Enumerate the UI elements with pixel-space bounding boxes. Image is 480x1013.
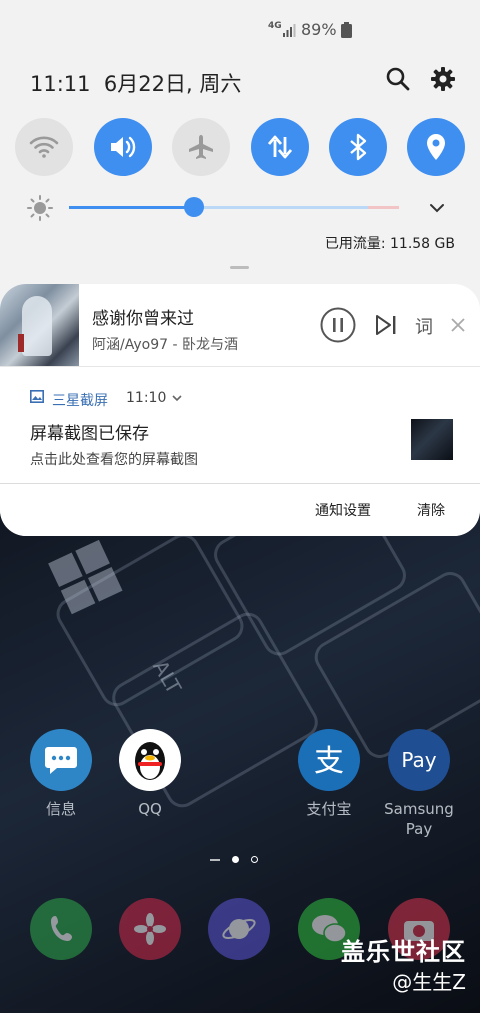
expand-chevron-icon[interactable] — [171, 394, 183, 402]
app-messages[interactable]: 信息 — [16, 729, 106, 819]
toggle-bluetooth[interactable] — [329, 118, 387, 176]
notification-card — [0, 284, 480, 536]
app-samsung-pay[interactable]: Pay Samsung Pay — [374, 729, 464, 839]
close-icon[interactable] — [451, 318, 465, 332]
clock-date[interactable]: 11:11 6月22日, 周六 — [30, 68, 241, 98]
notification-settings-button[interactable]: 通知设置 — [315, 500, 371, 520]
svg-text:Pay: Pay — [401, 748, 436, 772]
toggle-mobile-data[interactable] — [251, 118, 309, 176]
pause-button[interactable] — [320, 307, 356, 343]
brightness-warning-zone — [368, 206, 399, 209]
app-label: 信息 — [45, 800, 76, 818]
divider — [0, 366, 480, 367]
svg-text:支: 支 — [314, 744, 344, 779]
toggle-location[interactable] — [407, 118, 465, 176]
alipay-icon: 支 — [298, 729, 360, 791]
brightness-icon — [27, 195, 53, 221]
page-dot-active — [232, 856, 239, 863]
screenshot-thumbnail[interactable] — [411, 419, 453, 460]
qq-penguin-icon — [119, 729, 181, 791]
data-usage-text: 已用流量: 11.58 GB — [324, 236, 455, 252]
next-track-button[interactable] — [374, 313, 398, 337]
screenshot-app-icon — [30, 390, 44, 403]
battery-percent: 89% — [301, 20, 337, 39]
network-type: 4G — [268, 21, 282, 31]
brightness-fill — [69, 206, 195, 209]
dock-phone[interactable] — [16, 898, 106, 960]
wifi-icon — [29, 136, 59, 158]
page-dot — [251, 856, 258, 863]
toggle-airplane[interactable] — [172, 118, 230, 176]
flower-icon — [119, 898, 181, 960]
clear-button[interactable]: 清除 — [417, 500, 445, 520]
signal-icon — [283, 24, 296, 37]
notification-title[interactable]: 屏幕截图已保存 — [30, 419, 149, 444]
clock-time: 11:11 — [30, 72, 91, 96]
notification-text[interactable]: 点击此处查看您的屏幕截图 — [30, 449, 198, 469]
samsung-pay-icon: Pay — [388, 729, 450, 791]
media-artist[interactable]: 阿涵/Ayo97 - 卧龙与酒 — [92, 334, 238, 354]
planet-icon — [208, 898, 270, 960]
lyrics-button[interactable]: 词 — [415, 313, 433, 339]
page-indicator-lines — [210, 858, 220, 861]
page-indicator — [210, 856, 258, 863]
app-label: QQ — [138, 800, 162, 818]
app-label: 支付宝 — [306, 800, 352, 818]
toggle-sound[interactable] — [94, 118, 152, 176]
location-icon — [427, 134, 445, 160]
divider — [0, 483, 480, 484]
dock-gallery[interactable] — [105, 898, 195, 960]
chevron-down-icon[interactable] — [428, 202, 446, 214]
bluetooth-icon — [350, 133, 367, 161]
gear-icon[interactable] — [430, 66, 456, 92]
notification-time: 11:10 — [126, 390, 167, 406]
volume-icon — [111, 136, 136, 158]
messages-icon — [30, 729, 92, 791]
app-qq[interactable]: QQ — [105, 729, 195, 819]
album-art[interactable] — [0, 284, 79, 366]
battery-icon — [341, 22, 352, 38]
phone-icon — [30, 898, 92, 960]
toggle-wifi[interactable] — [15, 118, 73, 176]
media-song-title[interactable]: 感谢你曾来过 — [92, 304, 194, 329]
panel-drag-handle[interactable] — [230, 266, 249, 269]
airplane-icon — [189, 135, 213, 159]
watermark-title: 盖乐世社区 — [341, 938, 466, 966]
search-icon[interactable] — [385, 66, 411, 92]
notification-app-name: 三星截屏 — [52, 393, 108, 409]
app-alipay[interactable]: 支 支付宝 — [284, 729, 374, 819]
dock-internet[interactable] — [194, 898, 284, 960]
data-icon — [267, 135, 293, 159]
watermark-author: @生生Z — [392, 970, 466, 994]
clock-date-text: 6月22日, 周六 — [103, 72, 242, 96]
app-label: Samsung Pay — [384, 800, 454, 838]
